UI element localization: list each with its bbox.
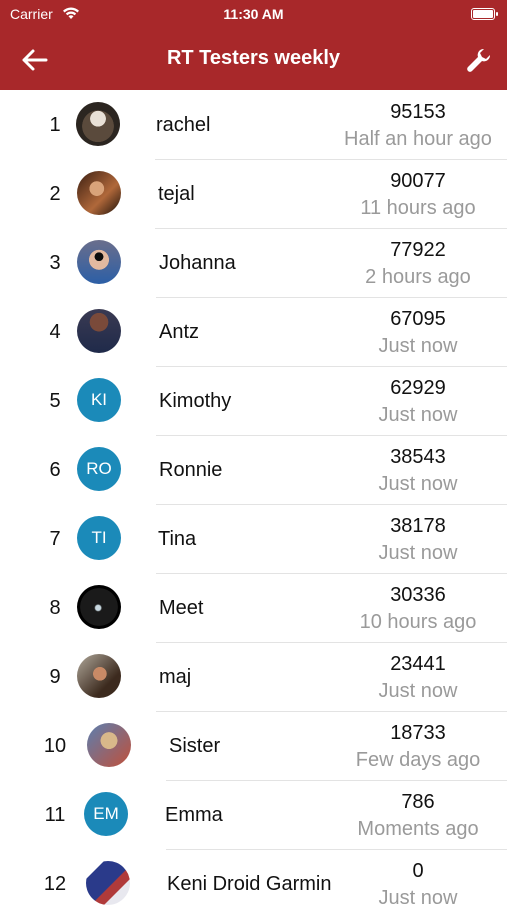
score-value: 38178 xyxy=(390,515,446,537)
score-value: 18733 xyxy=(390,722,446,744)
avatar xyxy=(77,585,121,629)
last-played-time: Just now xyxy=(378,542,458,564)
list-item[interactable]: 8 Meet 30336 10 hours ago xyxy=(0,574,507,643)
last-played-time: Few days ago xyxy=(355,749,481,771)
clock: 11:30 AM xyxy=(223,6,284,22)
score-value: 62929 xyxy=(390,377,446,399)
last-played-time: 11 hours ago xyxy=(360,197,476,219)
rank-number: 10 xyxy=(43,735,67,757)
rank-number: 7 xyxy=(49,528,61,550)
list-item[interactable]: 11 EM Emma 786 Moments ago xyxy=(0,781,507,850)
list-item[interactable]: 2 tejal 90077 11 hours ago xyxy=(0,160,507,229)
last-played-time: Just now xyxy=(378,335,458,357)
score-value: 0 xyxy=(412,860,424,882)
rank-number: 6 xyxy=(49,459,61,481)
player-name: Johanna xyxy=(159,252,236,274)
score-value: 67095 xyxy=(390,308,446,330)
avatar xyxy=(77,309,121,353)
status-bar: Carrier 11:30 AM xyxy=(0,0,507,30)
rank-number: 4 xyxy=(49,321,61,343)
avatar: TI xyxy=(77,516,121,560)
list-item[interactable]: 3 Johanna 77922 2 hours ago xyxy=(0,229,507,298)
last-played-time: Half an hour ago xyxy=(344,128,492,150)
score-value: 95153 xyxy=(390,101,446,123)
score-value: 30336 xyxy=(390,584,446,606)
page-title: RT Testers weekly xyxy=(166,47,341,69)
battery-icon xyxy=(471,8,498,20)
player-name: Kimothy xyxy=(159,390,232,412)
rank-number: 11 xyxy=(44,804,66,826)
rank-number: 2 xyxy=(49,183,61,205)
avatar xyxy=(77,171,121,215)
avatar xyxy=(77,654,121,698)
rank-number: 3 xyxy=(49,252,61,274)
avatar xyxy=(77,240,121,284)
list-item[interactable]: 4 Antz 67095 Just now xyxy=(0,298,507,367)
player-name: Tina xyxy=(158,528,197,550)
score-value: 23441 xyxy=(390,653,446,675)
avatar: KI xyxy=(77,378,121,422)
last-played-time: Just now xyxy=(378,404,458,426)
score-value: 90077 xyxy=(390,170,446,192)
player-name: Meet xyxy=(159,597,204,619)
avatar xyxy=(87,723,131,767)
last-played-time: Just now xyxy=(378,473,458,495)
rank-number: 5 xyxy=(49,390,61,412)
avatar: EM xyxy=(84,792,128,836)
player-name: maj xyxy=(159,666,192,688)
score-value: 786 xyxy=(401,791,435,813)
last-played-time: Just now xyxy=(378,887,458,909)
list-item[interactable]: 9 maj 23441 Just now xyxy=(0,643,507,712)
rank-number: 1 xyxy=(49,114,61,136)
last-played-time: Moments ago xyxy=(357,818,479,840)
last-played-time: Just now xyxy=(378,680,458,702)
player-name: Antz xyxy=(159,321,200,343)
player-name: rachel xyxy=(156,114,211,136)
list-item[interactable]: 10 Sister 18733 Few days ago xyxy=(0,712,507,781)
rank-number: 8 xyxy=(49,597,61,619)
avatar: RO xyxy=(77,447,121,491)
list-item[interactable]: 12 Keni Droid Garmin 0 Just now xyxy=(0,850,507,919)
last-played-time: 10 hours ago xyxy=(359,611,477,633)
player-name: Emma xyxy=(165,804,223,826)
wrench-icon xyxy=(467,48,491,72)
score-value: 38543 xyxy=(390,446,446,468)
rank-number: 12 xyxy=(43,873,67,895)
player-name: Ronnie xyxy=(159,459,223,481)
nav-bar: RT Testers weekly xyxy=(0,30,507,90)
last-played-time: 2 hours ago xyxy=(365,266,471,288)
player-name: Keni Droid Garmin xyxy=(167,873,332,895)
avatar xyxy=(86,861,130,905)
list-item[interactable]: 5 KI Kimothy 62929 Just now xyxy=(0,367,507,436)
score-value: 77922 xyxy=(390,239,446,261)
leaderboard-list: 1 rachel 95153 Half an hour ago 2 tejal 90077 1… xyxy=(0,91,507,919)
rank-number: 9 xyxy=(49,666,61,688)
settings-button[interactable] xyxy=(465,46,493,74)
list-item[interactable]: 1 rachel 95153 Half an hour ago xyxy=(0,91,507,160)
list-item[interactable]: 6 RO Ronnie 38543 Just now xyxy=(0,436,507,505)
avatar xyxy=(76,102,120,146)
player-name: Sister xyxy=(169,735,221,757)
list-item[interactable]: 7 TI Tina 38178 Just now xyxy=(0,505,507,574)
player-name: tejal xyxy=(158,183,195,205)
